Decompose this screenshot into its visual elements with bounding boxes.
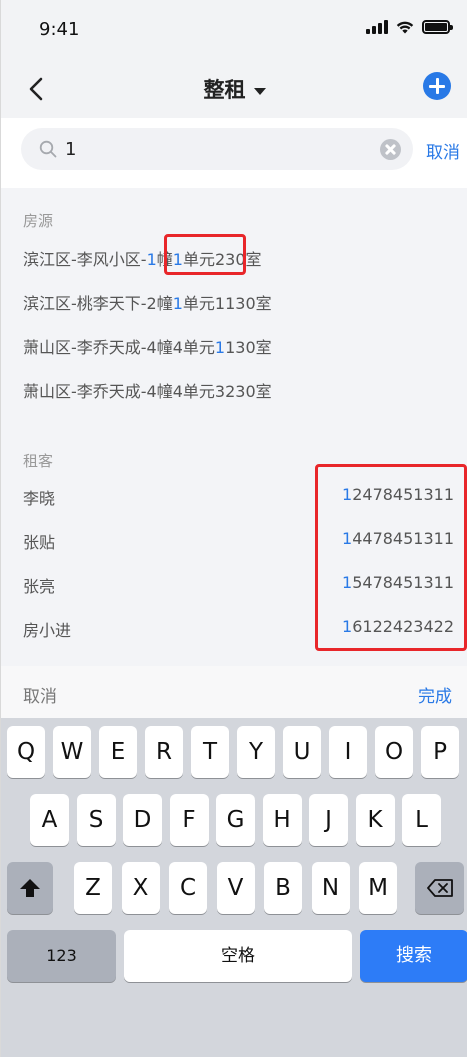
key-v[interactable]: V: [216, 862, 255, 914]
key-s[interactable]: S: [76, 794, 116, 846]
house-result-item[interactable]: 萧山区-李乔天成-4幢4单元3230室: [23, 378, 454, 402]
battery-icon: [422, 20, 453, 34]
keyboard-toolbar: 取消 完成: [1, 666, 467, 718]
house-text: 130室: [225, 338, 272, 357]
page-title-dropdown[interactable]: 整租: [1, 74, 467, 104]
search-results: 房源 滨江区-李风小区-1幢1单元230室 滨江区-桃李天下-2幢1单元1130室…: [1, 188, 467, 666]
house-text: 滨江区-李风小区-: [23, 250, 147, 269]
match-highlight: 1: [146, 250, 157, 269]
space-key[interactable]: 空格: [124, 930, 352, 982]
search-key[interactable]: 搜索: [360, 930, 467, 982]
match-highlight: 1: [214, 338, 226, 357]
key-f[interactable]: F: [169, 794, 209, 846]
house-result-item[interactable]: 滨江区-桃李天下-2幢1单元1130室: [23, 290, 454, 314]
numbers-key[interactable]: 123: [7, 930, 116, 982]
page-title: 整租: [203, 78, 246, 102]
key-g[interactable]: G: [216, 794, 255, 846]
tenant-name: 李晓: [23, 489, 56, 508]
key-b[interactable]: B: [264, 862, 302, 914]
highlight-annotation-house: [164, 234, 246, 275]
caret-down-icon: [253, 87, 266, 95]
key-a[interactable]: A: [30, 794, 69, 846]
key-w[interactable]: W: [53, 726, 91, 778]
toolbar-done-button[interactable]: 完成: [418, 682, 452, 707]
tenant-name: 张贴: [23, 533, 56, 552]
search-input[interactable]: [65, 136, 365, 162]
keyboard: 123 空格 搜索 QWERTYUIOP ASDFGHJKL ZXCVBNM: [1, 718, 467, 1057]
house-text: 萧山区-李乔天成-4幢4单元3230室: [23, 382, 272, 401]
tenant-name: 房小进: [23, 621, 72, 640]
backspace-icon: [426, 879, 453, 897]
match-highlight: 1: [172, 294, 183, 313]
signal-icon: [366, 20, 388, 34]
wifi-icon: [396, 21, 414, 34]
clear-icon[interactable]: [380, 139, 401, 160]
house-text: 滨江区-桃李天下-2幢: [23, 294, 173, 313]
toolbar-cancel-button[interactable]: 取消: [23, 682, 57, 707]
status-icons: [366, 20, 453, 34]
key-z[interactable]: Z: [74, 862, 112, 914]
highlight-annotation-phones: [315, 464, 467, 651]
shift-key[interactable]: [7, 862, 53, 914]
key-c[interactable]: C: [169, 862, 207, 914]
key-u[interactable]: U: [283, 726, 321, 778]
key-q[interactable]: Q: [7, 726, 45, 778]
key-p[interactable]: P: [421, 726, 459, 778]
backspace-key[interactable]: [415, 862, 464, 914]
key-n[interactable]: N: [311, 862, 350, 914]
key-t[interactable]: T: [191, 726, 229, 778]
key-e[interactable]: E: [99, 726, 137, 778]
nav-bar: 整租: [1, 60, 467, 118]
add-icon[interactable]: [423, 72, 451, 100]
key-j[interactable]: J: [309, 794, 348, 846]
house-text: 萧山区-李乔天成-4幢4单元: [23, 338, 215, 357]
phone-frame: 9:41 整租 1 取消 房源 滨江区-李风小区-1幢1单元230室 滨江区-桃…: [0, 0, 467, 1057]
search-cancel-button[interactable]: 取消: [426, 138, 460, 163]
tenant-name: 张亮: [23, 577, 56, 596]
status-bar: 9:41: [1, 0, 467, 60]
house-result-item[interactable]: 萧山区-李乔天成-4幢4单元1130室: [23, 334, 454, 358]
search-area: 取消: [1, 118, 467, 188]
houses-section-title: 房源: [23, 212, 54, 230]
key-r[interactable]: R: [145, 726, 183, 778]
key-i[interactable]: I: [329, 726, 367, 778]
key-o[interactable]: O: [375, 726, 413, 778]
shift-icon: [20, 879, 40, 897]
house-text: 单元1130室: [182, 294, 272, 313]
key-h[interactable]: H: [262, 794, 302, 846]
key-l[interactable]: L: [402, 794, 441, 846]
key-m[interactable]: M: [359, 862, 397, 914]
search-box[interactable]: [21, 128, 413, 170]
search-icon: [39, 140, 57, 158]
key-k[interactable]: K: [355, 794, 395, 846]
key-d[interactable]: D: [123, 794, 162, 846]
status-time: 9:41: [39, 19, 80, 40]
key-x[interactable]: X: [121, 862, 160, 914]
tenants-section-title: 租客: [23, 452, 54, 470]
key-y[interactable]: Y: [237, 726, 275, 778]
